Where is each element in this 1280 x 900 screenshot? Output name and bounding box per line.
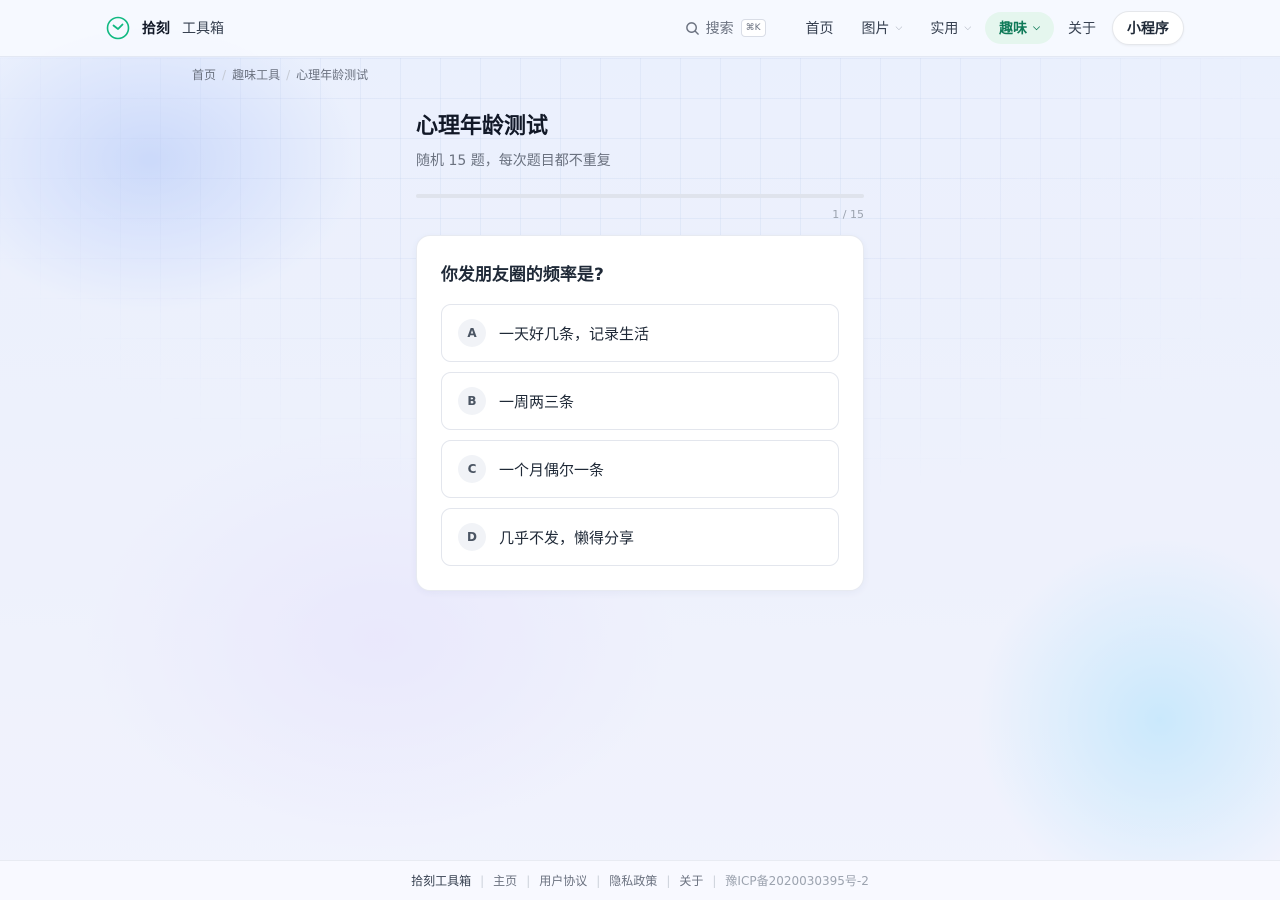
nav-item-about[interactable]: 关于: [1054, 12, 1110, 44]
nav-item-label: 图片: [861, 21, 890, 37]
chevron-down-icon: ⌵: [964, 23, 972, 33]
nav-item-label: 关于: [1068, 21, 1096, 37]
footer-separator: |: [666, 873, 671, 888]
breadcrumb-fun-tools[interactable]: 趣味工具: [232, 66, 280, 83]
breadcrumb-separator: /: [286, 67, 291, 82]
footer-link-about[interactable]: 关于: [679, 872, 703, 889]
nav-item-home[interactable]: 首页: [792, 12, 848, 44]
nav-item-images[interactable]: 图片 ⌵: [848, 12, 917, 44]
option-b[interactable]: B 一周两三条: [441, 372, 839, 430]
progress-counter: 1 / 15: [832, 208, 864, 221]
progress-bar: [416, 194, 864, 198]
footer-separator: |: [596, 873, 601, 888]
option-d[interactable]: D 几乎不发，懒得分享: [441, 508, 839, 566]
footer-separator: |: [712, 873, 717, 888]
breadcrumb-separator: /: [222, 67, 227, 82]
footer-icp[interactable]: 豫ICP备2020030395号-2: [725, 872, 868, 889]
nav-item-fun[interactable]: 趣味 ⌵: [985, 12, 1054, 44]
footer-separator: |: [480, 873, 485, 888]
option-key-badge: C: [458, 455, 486, 483]
footer: 拾刻工具箱 | 主页 | 用户协议 | 隐私政策 | 关于 | 豫ICP备202…: [0, 860, 1280, 900]
footer-link-terms[interactable]: 用户协议: [539, 872, 587, 889]
question-text: 你发朋友圈的频率是?: [441, 265, 604, 285]
option-a[interactable]: A 一天好几条，记录生活: [441, 304, 839, 362]
brand-subtitle: 工具箱: [182, 21, 224, 37]
top-navbar: 拾刻 工具箱 搜索 ⌘K 首页 图片 ⌵ 实用 ⌵ 趣味 ⌵ 关于 小程序: [0, 0, 1280, 57]
option-text: 一天好几条，记录生活: [499, 324, 650, 343]
chevron-down-icon: ⌵: [1033, 23, 1040, 33]
footer-separator: |: [526, 873, 531, 888]
breadcrumb-current: 心理年龄测试: [296, 68, 369, 82]
option-text: 几乎不发，懒得分享: [499, 528, 635, 547]
search-button[interactable]: 搜索 ⌘K: [685, 18, 766, 38]
breadcrumb: 首页 / 趣味工具 / 心理年龄测试: [192, 66, 368, 83]
option-key-badge: D: [458, 523, 486, 551]
mini-program-button[interactable]: 小程序: [1112, 11, 1184, 45]
option-c[interactable]: C 一个月偶尔一条: [441, 440, 839, 498]
quiz-main: 心理年龄测试 随机 15 题，每次题目都不重复 1 / 15 你发朋友圈的频率是…: [416, 110, 864, 591]
footer-link-privacy[interactable]: 隐私政策: [609, 872, 657, 889]
option-key-badge: A: [458, 319, 486, 347]
main-nav: 搜索 ⌘K 首页 图片 ⌵ 实用 ⌵ 趣味 ⌵ 关于 小程序: [685, 11, 1184, 45]
footer-link-home[interactable]: 主页: [493, 872, 517, 889]
search-icon: [685, 21, 699, 35]
chevron-down-icon: ⌵: [895, 23, 903, 33]
search-shortcut-badge: ⌘K: [740, 19, 766, 37]
page-title: 心理年龄测试: [416, 114, 549, 139]
option-text: 一周两三条: [499, 392, 575, 411]
nav-item-utilities[interactable]: 实用 ⌵: [916, 12, 985, 44]
nav-item-label: 实用: [930, 21, 959, 37]
option-text: 一个月偶尔一条: [499, 460, 605, 479]
page-subtitle: 随机 15 题，每次题目都不重复: [416, 153, 611, 169]
search-label: 搜索: [705, 21, 734, 37]
clock-logo-icon: [106, 16, 130, 40]
brand-name: 拾刻: [142, 21, 170, 37]
option-key-badge: B: [458, 387, 486, 415]
nav-item-label: 趣味: [999, 21, 1028, 37]
answer-options: A 一天好几条，记录生活 B 一周两三条 C 一个月偶尔一条 D 几乎不发，懒得…: [441, 304, 839, 566]
question-card: 你发朋友圈的频率是? A 一天好几条，记录生活 B 一周两三条 C 一个月偶尔一…: [416, 235, 864, 591]
brand[interactable]: 拾刻 工具箱: [106, 15, 224, 41]
footer-brand[interactable]: 拾刻工具箱: [411, 872, 471, 889]
nav-item-label: 首页: [805, 21, 834, 37]
breadcrumb-home[interactable]: 首页: [192, 66, 216, 83]
